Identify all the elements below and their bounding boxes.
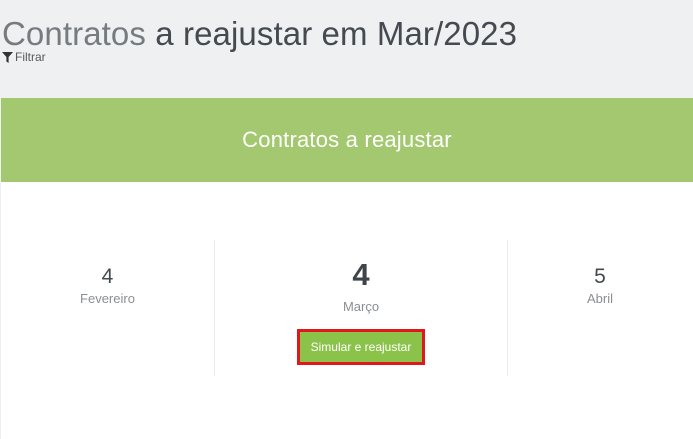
month-current: 4 Março Simular e reajustar xyxy=(214,240,508,376)
title-contracts-link[interactable]: Contratos xyxy=(2,15,146,52)
panel-title: Contratos a reajustar xyxy=(242,127,452,152)
month-previous-name: Fevereiro xyxy=(80,291,135,306)
panel-header: Contratos a reajustar xyxy=(1,98,693,182)
month-next-name: Abril xyxy=(586,291,613,306)
simulate-and-adjust-button[interactable]: Simular e reajustar xyxy=(296,329,426,365)
month-previous-count: 4 xyxy=(101,265,114,288)
page-title: Contratos a reajustar em Mar/2023 xyxy=(2,14,517,54)
filter-button[interactable]: Filtrar xyxy=(2,50,46,64)
title-text: a reajustar em Mar/2023 xyxy=(155,15,518,52)
month-current-count: 4 xyxy=(352,257,370,292)
month-previous[interactable]: 4 Fevereiro xyxy=(1,240,214,376)
page-header: Contratos a reajustar em Mar/2023 xyxy=(2,14,517,54)
month-next[interactable]: 5 Abril xyxy=(507,240,693,376)
month-current-name: Março xyxy=(342,299,380,314)
contracts-panel: Contratos a reajustar 4 Fevereiro 4 Març… xyxy=(1,98,693,439)
month-next-count: 5 xyxy=(594,265,606,288)
filter-icon xyxy=(2,51,13,63)
months-row: 4 Fevereiro 4 Março Simular e reajustar … xyxy=(1,240,693,376)
filter-label: Filtrar xyxy=(15,50,46,64)
